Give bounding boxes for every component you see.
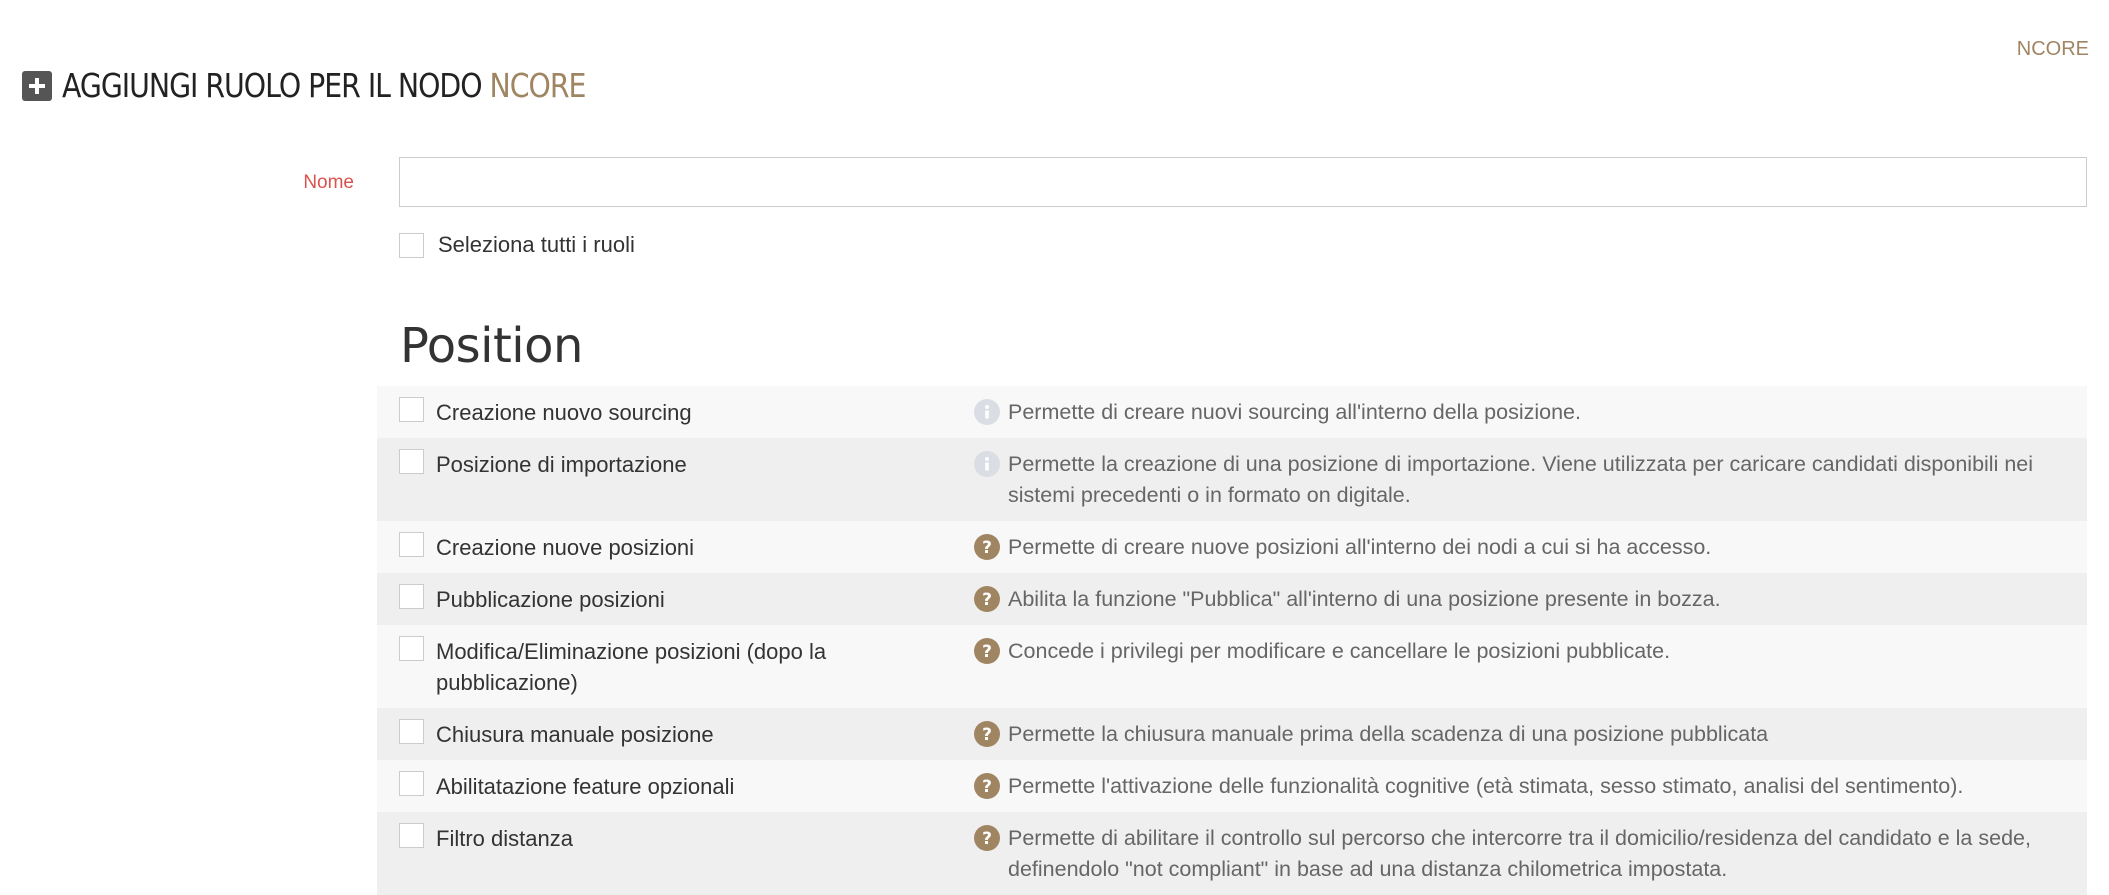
permission-option[interactable]: Modifica/Eliminazione posizioni (dopo la… [377,636,974,698]
page-title-text: AGGIUNGI RUOLO PER IL NODO NCORE [62,66,587,105]
question-icon[interactable]: ? [974,534,1000,560]
permission-label: Modifica/Eliminazione posizioni (dopo la… [436,639,827,695]
question-icon[interactable]: ? [974,586,1000,612]
permission-help: ? Permette di creare nuove posizioni all… [974,532,2087,563]
svg-text:?: ? [982,538,992,556]
permission-checkbox[interactable] [399,719,424,744]
permission-label: Chiusura manuale posizione [436,722,714,747]
permission-row: Abilitatazione feature opzionali ? Perme… [377,760,2087,812]
svg-text:?: ? [982,590,992,608]
permission-option[interactable]: Posizione di importazione [377,449,974,480]
permission-row: Modifica/Eliminazione posizioni (dopo la… [377,625,2087,708]
permission-option[interactable]: Creazione nuove posizioni [377,532,974,563]
name-input[interactable] [399,157,2087,207]
permission-label: Filtro distanza [436,826,573,851]
permission-label: Creazione nuove posizioni [436,535,695,560]
node-link[interactable]: NCORE [2017,38,2089,61]
info-icon[interactable] [974,399,1000,425]
question-icon[interactable]: ? [974,773,1000,799]
permission-label: Creazione nuovo sourcing [436,400,692,425]
page-title: AGGIUNGI RUOLO PER IL NODO NCORE [22,66,671,105]
permission-label: Posizione di importazione [436,452,687,477]
select-all-label: Seleziona tutti i ruoli [438,232,635,257]
permission-checkbox[interactable] [399,449,424,474]
permission-label: Pubblicazione posizioni [436,587,665,612]
permission-checkbox[interactable] [399,771,424,796]
permission-row: Creazione nuovo sourcing Permette di cre… [377,386,2087,438]
permission-description: Abilita la funzione "Pubblica" all'inter… [1008,587,1721,611]
permission-option[interactable]: Creazione nuovo sourcing [377,397,974,428]
permission-description: Permette di creare nuovi sourcing all'in… [1008,400,1581,424]
permission-option[interactable]: Filtro distanza [377,823,974,854]
permission-checkbox[interactable] [399,397,424,422]
permission-row: Chiusura manuale posizione ? Permette la… [377,708,2087,760]
permission-label: Abilitatazione feature opzionali [436,774,735,799]
question-icon[interactable]: ? [974,721,1000,747]
permission-help: ? Abilita la funzione "Pubblica" all'int… [974,584,2087,615]
permission-description: Permette di abilitare il controllo sul p… [1008,826,2031,881]
permission-checkbox[interactable] [399,584,424,609]
permission-help: ? Concede i privilegi per modificare e c… [974,636,2087,667]
permissions-table: Creazione nuovo sourcing Permette di cre… [377,386,2087,895]
svg-text:?: ? [982,725,992,743]
permission-row: Posizione di importazione Permette la cr… [377,438,2087,521]
name-label: Nome [303,172,354,193]
permission-description: Permette di creare nuove posizioni all'i… [1008,535,1712,559]
permission-help: ? Permette di abilitare il controllo sul… [974,823,2087,885]
permission-row: Creazione nuove posizioni ? Permette di … [377,521,2087,573]
permission-description: Concede i privilegi per modificare e can… [1008,639,1671,663]
permission-description: Permette la chiusura manuale prima della… [1008,722,1769,746]
plus-icon [22,70,52,101]
permission-description: Permette la creazione di una posizione d… [1008,452,2034,507]
permission-checkbox[interactable] [399,532,424,557]
permission-row: Filtro distanza ? Permette di abilitare … [377,812,2087,895]
svg-text:?: ? [982,829,992,847]
select-all-roles[interactable]: Seleziona tutti i ruoli [399,232,635,258]
permission-option[interactable]: Pubblicazione posizioni [377,584,974,615]
svg-text:?: ? [982,642,992,660]
permission-help: Permette la creazione di una posizione d… [974,449,2087,511]
select-all-checkbox[interactable] [399,232,424,258]
permission-row: Pubblicazione posizioni ? Abilita la fun… [377,573,2087,625]
info-icon[interactable] [974,451,1000,477]
permission-help: ? Permette l'attivazione delle funzional… [974,771,2087,802]
permission-checkbox[interactable] [399,636,424,661]
permission-help: Permette di creare nuovi sourcing all'in… [974,397,2087,428]
permission-help: ? Permette la chiusura manuale prima del… [974,719,2087,750]
permission-description: Permette l'attivazione delle funzionalit… [1008,774,1964,798]
permission-option[interactable]: Chiusura manuale posizione [377,719,974,750]
question-icon[interactable]: ? [974,638,1000,664]
section-title: Position [400,318,583,374]
svg-text:?: ? [982,777,992,795]
permission-checkbox[interactable] [399,823,424,848]
question-icon[interactable]: ? [974,825,1000,851]
permission-option[interactable]: Abilitatazione feature opzionali [377,771,974,802]
page-title-node: NCORE [489,66,587,105]
